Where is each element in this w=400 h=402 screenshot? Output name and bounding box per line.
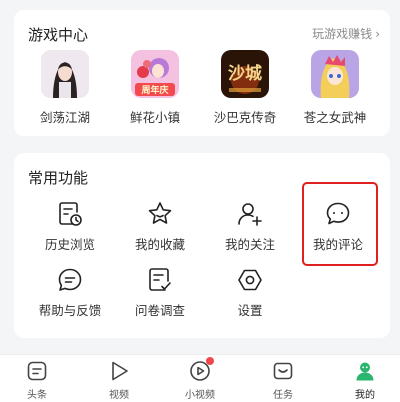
tab-label: 任务 <box>273 390 293 401</box>
tab-label: 头条 <box>27 390 47 401</box>
tab-video[interactable]: 视频 <box>84 359 154 401</box>
tab-label: 我的 <box>355 390 375 401</box>
add-user-icon <box>235 199 265 229</box>
game-thumbnail <box>41 50 89 98</box>
help-feedback-button[interactable]: 帮助与反馈 <box>28 265 112 319</box>
game-center-card: 游戏中心 玩游戏赚钱 › 剑荡江湖 周年庆 鲜花小镇 沙城 沙巴克传奇 苍之女武… <box>14 10 390 136</box>
settings-icon <box>235 265 265 295</box>
following-label: 我的关注 <box>224 237 275 252</box>
small-video-icon <box>188 357 214 383</box>
survey-label: 问卷调查 <box>134 303 185 318</box>
headline-icon <box>25 359 49 383</box>
history-label: 历史浏览 <box>44 237 95 252</box>
game-name: 剑荡江湖 <box>39 110 90 125</box>
help-chat-icon <box>55 265 85 295</box>
settings-button[interactable]: 设置 <box>208 265 292 319</box>
game-center-title: 游戏中心 <box>28 26 89 44</box>
star-icon <box>145 199 175 229</box>
game-item[interactable]: 剑荡江湖 <box>22 50 108 126</box>
game-thumbnail <box>311 50 359 98</box>
task-icon <box>271 359 295 383</box>
notification-dot <box>206 357 214 365</box>
profile-icon <box>353 359 377 383</box>
play-icon <box>107 359 131 383</box>
tab-headlines[interactable]: 头条 <box>2 359 72 401</box>
favorites-button[interactable]: 我的收藏 <box>118 199 202 253</box>
help-feedback-label: 帮助与反馈 <box>38 303 102 318</box>
settings-label: 设置 <box>237 303 263 318</box>
highlight-box <box>302 182 378 266</box>
history-icon <box>55 199 85 229</box>
tab-small-video[interactable]: 小视频 <box>165 357 235 401</box>
game-item[interactable]: 沙城 沙巴克传奇 <box>202 50 288 126</box>
survey-button[interactable]: 问卷调查 <box>118 265 202 319</box>
tab-label: 视频 <box>109 390 129 401</box>
anniversary-badge: 周年庆 <box>141 84 168 96</box>
tab-label: 小视频 <box>185 390 215 401</box>
favorites-label: 我的收藏 <box>134 237 185 252</box>
survey-icon <box>145 265 175 295</box>
game-name: 沙巴克传奇 <box>213 110 277 125</box>
game-name: 苍之女武神 <box>303 110 367 125</box>
game-item[interactable]: 周年庆 鲜花小镇 <box>112 50 198 126</box>
game-item[interactable]: 苍之女武神 <box>292 50 378 126</box>
game-name: 鲜花小镇 <box>129 110 180 125</box>
chevron-right-icon: › <box>375 27 380 41</box>
bottom-tab-bar: 头条 视频 小视频 任务 我的 <box>0 354 400 402</box>
history-button[interactable]: 历史浏览 <box>28 199 112 253</box>
game-thumbnail: 周年庆 <box>131 50 179 98</box>
play-games-earn-label: 玩游戏赚钱 <box>312 27 373 41</box>
play-games-earn-link[interactable]: 玩游戏赚钱 › <box>312 25 380 42</box>
tab-mine[interactable]: 我的 <box>330 359 400 401</box>
common-functions-title: 常用功能 <box>28 169 89 187</box>
following-button[interactable]: 我的关注 <box>208 199 292 253</box>
game-art-text: 沙城 <box>228 64 262 84</box>
tab-tasks[interactable]: 任务 <box>248 359 318 401</box>
game-thumbnail: 沙城 <box>221 50 269 98</box>
